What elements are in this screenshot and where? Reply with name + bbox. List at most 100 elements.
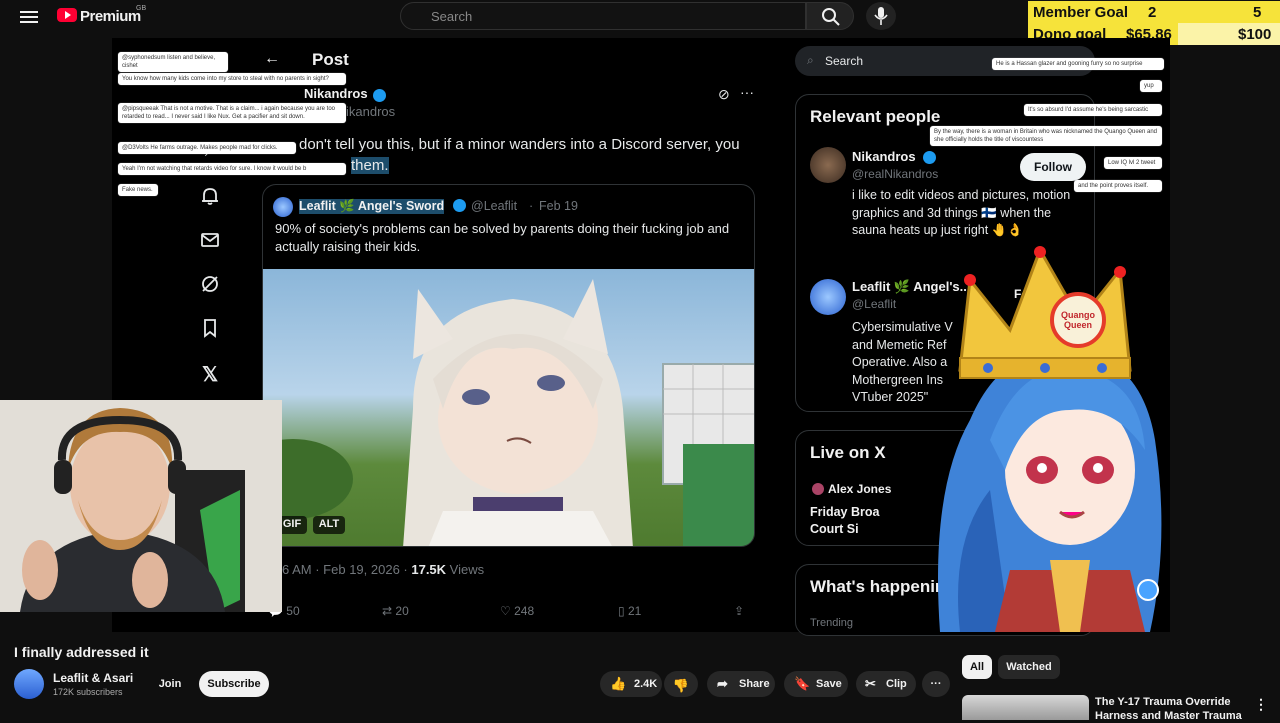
verified-badge-icon (923, 151, 936, 164)
dislike-button[interactable]: 👎 (664, 671, 698, 697)
chat-message: Fake news. (118, 184, 158, 196)
post-view-count: 17.5K (411, 562, 447, 577)
heart-icon: ♡ (500, 604, 511, 618)
member-goal-current: 2 (1148, 4, 1157, 21)
search-input[interactable]: Search (400, 2, 806, 30)
repost-button[interactable]: ⇄ 20 (382, 604, 409, 618)
verified-badge-icon (453, 199, 466, 212)
chat-message: Low IQ lvl 2 tweet (1104, 157, 1162, 169)
recommendation-thumbnail[interactable] (962, 695, 1089, 720)
more-icon[interactable]: ··· (740, 84, 754, 100)
chat-message: Yeah I'm not watching that retards video… (118, 163, 346, 175)
quote-date: Feb 19 (539, 199, 578, 213)
live-event-line2[interactable]: Court Si (810, 522, 859, 536)
subscriber-count: 172K subscribers (53, 687, 123, 697)
search-icon: ⌕ (807, 53, 814, 67)
chat-message: @syphonedsum listen and believe, cishet (118, 52, 228, 72)
share-button[interactable]: ➦ Share (707, 671, 775, 697)
repost-icon: ⇄ (382, 604, 393, 618)
follow-button[interactable]: Follow (1020, 153, 1086, 181)
post-author[interactable]: Nikandros (304, 86, 368, 101)
region-code: GB (136, 5, 147, 12)
chip-watched[interactable]: Watched (998, 655, 1060, 679)
voice-search-button[interactable] (866, 2, 896, 30)
more-actions-button[interactable]: ··· (922, 671, 950, 697)
save-label: Save (816, 678, 842, 690)
share-icon[interactable]: ⇪ (734, 604, 744, 618)
clip-button[interactable]: ✂ Clip (856, 671, 916, 697)
gif-media[interactable]: GIF ALT (263, 269, 754, 546)
relevant-people-title: Relevant people (810, 107, 941, 126)
person1-name[interactable]: Nikandros (852, 149, 916, 164)
recommendation-title-line1: The Y-17 Trauma Override (1095, 696, 1231, 708)
chat-message: yup (1140, 80, 1162, 92)
subscribe-button[interactable]: Subscribe (199, 671, 269, 697)
search-button[interactable] (806, 2, 854, 30)
person2-handle: @Leaflit (852, 297, 897, 311)
trending-label: Trending (810, 617, 854, 629)
mail-icon (199, 230, 221, 252)
live-host[interactable]: Alex Jones (828, 482, 891, 496)
post-text: don't tell you this, but if a minor wand… (299, 134, 759, 176)
member-goal: Member Goal 2 5 (1028, 1, 1280, 23)
back-arrow-icon[interactable]: ← (264, 50, 280, 68)
chip-all[interactable]: All (962, 655, 992, 679)
vtuber-avatar: Quango Queen (930, 240, 1170, 632)
thumbs-down-icon: 👎 (672, 678, 690, 693)
grok-explain-icon[interactable]: ⊘ (718, 86, 730, 103)
quote-author: Leaflit 🌿 Angel's Sword (299, 199, 445, 214)
chat-message: He is a Hassan glazer and gooning furry … (992, 58, 1164, 70)
chat-message: @pipsqueeak That is not a motive. That i… (118, 103, 346, 123)
verified-badge-icon (373, 89, 386, 102)
menu-icon[interactable] (20, 8, 38, 28)
post-timestamp: 6 AM · Feb 19, 2026 · (282, 562, 412, 577)
webcam-feed (0, 400, 282, 612)
avatar (812, 483, 824, 495)
chat-message: It's so absurd I'd assume he's being sar… (1024, 104, 1162, 116)
more-vert-icon[interactable]: ⋮ (1254, 696, 1268, 713)
share-icon: ➦ (717, 676, 728, 691)
video-title: I finally addressed it (14, 644, 149, 660)
streamer-webcam-image (0, 400, 282, 612)
youtube-brand[interactable]: Premium (80, 8, 141, 25)
scissors-icon: ✂ (865, 676, 876, 691)
post-views-label: Views (446, 562, 485, 577)
x-search-label: Search (825, 54, 864, 68)
thumbs-up-icon: 👍 (610, 676, 627, 691)
microphone-icon (874, 7, 888, 25)
post-text-line: don't tell you this, but if a minor wand… (299, 136, 740, 153)
chat-message: By the way, there is a woman in Britain … (930, 126, 1162, 146)
anime-girl-gif-image (263, 279, 754, 546)
post-title: Post (312, 50, 349, 69)
x-logo-icon: 𝕏 (201, 364, 219, 386)
avatar[interactable] (810, 279, 846, 315)
channel-name[interactable]: Leaflit & Asari (53, 671, 133, 685)
quoted-post[interactable]: Leaflit 🌿 Angel's Sword @Leaflit · Feb 1… (262, 184, 755, 547)
avatar[interactable] (14, 669, 44, 699)
bell-icon (199, 186, 221, 208)
member-goal-label: Member Goal (1033, 4, 1129, 21)
alt-badge[interactable]: ALT (313, 516, 345, 534)
member-goal-target: 5 (1253, 4, 1262, 21)
like-button[interactable]: 👍 2.4K (600, 671, 662, 697)
quote-handle: @Leaflit (471, 199, 518, 213)
live-on-x-title: Live on X (810, 443, 886, 462)
post-text-highlight: them. (351, 157, 389, 174)
live-event-line1[interactable]: Friday Broa (810, 505, 879, 519)
bookmark-icon (199, 318, 221, 340)
chat-message: and the point proves itself. (1074, 180, 1162, 192)
join-button[interactable]: Join (149, 671, 191, 697)
save-button[interactable]: 🔖 Save (784, 671, 848, 697)
chat-message: You know how many kids come into my stor… (118, 73, 346, 85)
bookmark-button[interactable]: ▯ 21 (618, 604, 641, 618)
clip-label: Clip (886, 678, 907, 690)
avatar[interactable] (810, 147, 846, 183)
recommendation-title[interactable]: The Y-17 Trauma Override Harness and Mas… (1095, 695, 1245, 723)
youtube-logo-icon[interactable] (57, 8, 77, 22)
vtuber-illustration (938, 246, 1162, 632)
post-actions: 💬 50 ⇄ 20 ♡ 248 ▯ 21 ⇪ (262, 604, 762, 624)
like-button[interactable]: ♡ 248 (500, 604, 534, 618)
search-icon (822, 8, 840, 26)
chat-message: @D3Volts He farms outrage. Makes people … (118, 142, 296, 154)
repost-count: 20 (395, 604, 409, 618)
